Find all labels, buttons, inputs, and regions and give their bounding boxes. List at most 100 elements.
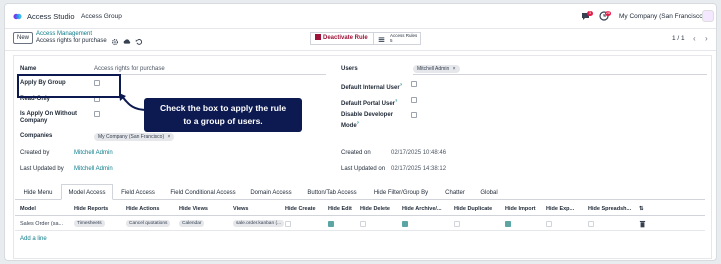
notebook-tabs: Hide Menu Model Access Field Access Fiel… — [15, 184, 705, 200]
remove-tag-icon[interactable]: × — [168, 134, 171, 140]
col-hide-views[interactable]: Hide Views — [179, 206, 208, 212]
tab-model-access[interactable]: Model Access — [61, 184, 113, 200]
control-panel: New Access Management Access rights for … — [5, 29, 716, 51]
hide-edit-checkbox[interactable] — [328, 221, 334, 227]
app-logo-icon[interactable] — [13, 12, 22, 21]
tab-chatter[interactable]: Chatter — [437, 184, 473, 200]
tab-hide-menu[interactable]: Hide Menu — [15, 184, 61, 200]
avatar[interactable] — [702, 10, 714, 22]
col-hide-reports[interactable]: Hide Reports — [74, 206, 108, 212]
callout-line-1: Check the box to apply the rule — [159, 103, 287, 113]
tab-domain-access[interactable]: Domain Access — [243, 184, 299, 200]
discard-icon[interactable] — [135, 38, 143, 46]
col-hide-archive[interactable]: Hide Archive/... — [402, 206, 442, 212]
access-rules-count: 5 — [390, 37, 393, 43]
add-a-line-link[interactable]: Add a line — [20, 236, 47, 242]
cloud-save-icon[interactable] — [123, 38, 131, 46]
tag-calendar[interactable]: Calendar — [179, 220, 205, 227]
col-hide-duplicate[interactable]: Hide Duplicate — [454, 206, 492, 212]
users-tag[interactable]: Mitchell Admin × — [413, 65, 460, 73]
access-rules-button[interactable]: Access Rules 5 — [373, 32, 421, 45]
col-hide-import[interactable]: Hide Import — [505, 206, 536, 212]
help-icon[interactable]: ? — [357, 120, 359, 125]
last-updated-by-link[interactable]: Mitchell Admin — [74, 166, 113, 172]
created-on-value: 02/17/2025 10:48:46 — [391, 150, 447, 156]
name-underline — [94, 74, 326, 75]
users-label: Users — [341, 66, 358, 72]
apply-without-company-checkbox[interactable] — [94, 111, 100, 117]
hide-spreadsheet-checkbox[interactable] — [588, 221, 594, 227]
new-button[interactable]: New — [13, 32, 33, 44]
chat-badge: 3 — [587, 11, 593, 16]
hide-delete-checkbox[interactable] — [360, 221, 366, 227]
col-hide-spreadsheet[interactable]: Hide Spreadsh... — [588, 206, 631, 212]
gear-icon[interactable] — [111, 38, 119, 46]
created-on-label: Created on — [341, 150, 371, 156]
breadcrumb-current: Access rights for purchase — [36, 38, 107, 44]
app-title[interactable]: Access Studio — [27, 12, 75, 21]
menu-item-access-group[interactable]: Access Group — [81, 13, 122, 20]
app-window: Access Studio Access Group 3 28 My Compa… — [4, 3, 717, 261]
hide-duplicate-checkbox[interactable] — [454, 221, 460, 227]
col-model[interactable]: Model — [20, 206, 36, 212]
hide-export-checkbox[interactable] — [546, 221, 552, 227]
col-hide-export[interactable]: Hide Exp... — [546, 206, 574, 212]
default-internal-user-checkbox[interactable] — [411, 81, 417, 87]
created-by-link[interactable]: Mitchell Admin — [74, 150, 113, 156]
activity-badge: 28 — [605, 11, 611, 16]
created-by-label: Created by — [20, 150, 50, 156]
highlight-box — [17, 74, 121, 98]
disable-developer-mode-checkbox[interactable] — [411, 112, 417, 118]
last-updated-on-label: Last Updated on — [341, 166, 386, 172]
default-portal-user-label: Default Portal User? — [341, 97, 397, 108]
table-row[interactable]: Sales Order (sa... Timesheets Cancel quo… — [15, 217, 705, 231]
archive-icon — [315, 34, 321, 41]
tab-button-tab-access[interactable]: Button/Tab Access — [299, 184, 365, 200]
pager-value[interactable]: 1 / 1 — [672, 35, 685, 42]
remove-user-tag-icon[interactable]: × — [453, 66, 456, 72]
pager-next-icon[interactable]: › — [705, 34, 708, 43]
help-icon[interactable]: ? — [400, 82, 402, 87]
col-hide-delete[interactable]: Hide Delete — [360, 206, 390, 212]
tab-global[interactable]: Global — [473, 184, 505, 200]
tag-kanban-view[interactable]: sale.order.kanban (... — [233, 220, 285, 227]
tab-field-access[interactable]: Field Access — [113, 184, 163, 200]
users-tag-label: Mitchell Admin — [417, 66, 450, 72]
deactivate-rule-label: Deactivate Rule — [323, 35, 368, 41]
pager-prev-icon[interactable]: ‹ — [693, 34, 696, 43]
trash-icon[interactable] — [639, 220, 646, 228]
hide-import-checkbox[interactable] — [505, 221, 511, 227]
list-icon — [378, 37, 385, 42]
default-internal-user-label: Default Internal User? — [341, 81, 402, 92]
cell-model[interactable]: Sales Order (sa... — [20, 221, 63, 227]
company-switcher[interactable]: My Company (San Francisco) — [619, 13, 705, 20]
hide-create-checkbox[interactable] — [285, 221, 291, 227]
last-updated-on-value: 02/17/2025 14:38:12 — [391, 166, 447, 172]
tab-hide-filter-group-by[interactable]: Hide Filter/Group By — [365, 184, 437, 200]
col-hide-edit[interactable]: Hide Edit — [328, 206, 352, 212]
col-views[interactable]: Views — [233, 206, 249, 212]
col-hide-actions[interactable]: Hide Actions — [126, 206, 159, 212]
name-field[interactable]: Access rights for purchase — [94, 66, 165, 72]
tag-cancel-quotations[interactable]: Cancel quotations — [126, 220, 171, 227]
companies-tag[interactable]: My Company (San Francisco) × — [94, 133, 175, 141]
tag-timesheets[interactable]: Timesheets — [74, 220, 105, 227]
hide-archive-checkbox[interactable] — [402, 221, 408, 227]
companies-tag-label: My Company (San Francisco) — [98, 134, 165, 140]
last-updated-by-label: Last Updated by — [20, 166, 64, 172]
callout-line-2: to a group of users. — [183, 116, 263, 126]
table-header: Model Hide Reports Hide Actions Hide Vie… — [15, 202, 705, 216]
access-rules-label: Access Rules — [390, 33, 418, 38]
default-portal-user-text: Default Portal User — [341, 101, 396, 107]
default-internal-user-text: Default Internal User — [341, 85, 400, 91]
breadcrumb-parent[interactable]: Access Management — [36, 31, 92, 37]
deactivate-rule-button[interactable]: Deactivate Rule — [310, 32, 373, 45]
users-underline — [413, 74, 707, 75]
tab-field-conditional-access[interactable]: Field Conditional Access — [163, 184, 243, 200]
help-icon[interactable]: ? — [395, 98, 397, 103]
col-hide-create[interactable]: Hide Create — [285, 206, 316, 212]
name-label: Name — [20, 66, 37, 72]
default-portal-user-checkbox[interactable] — [411, 97, 417, 103]
column-options-icon[interactable]: ⇅ — [639, 206, 644, 212]
disable-developer-mode-label: Disable Developer Mode? — [341, 112, 403, 130]
